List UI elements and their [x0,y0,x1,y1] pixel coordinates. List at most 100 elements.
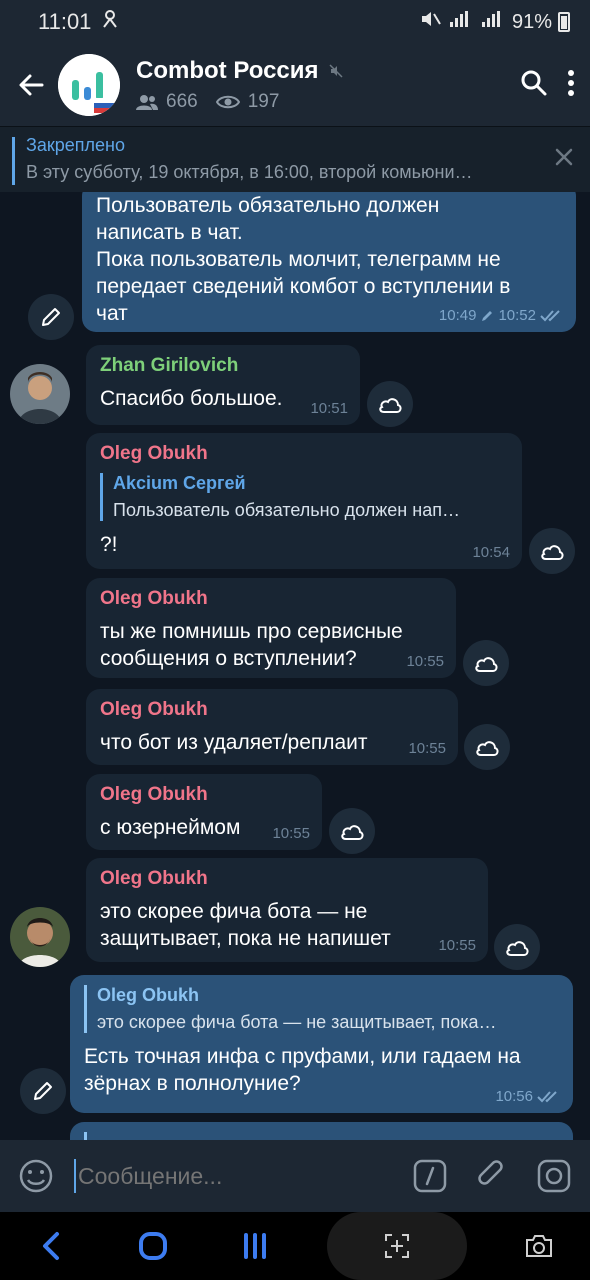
message-bubble[interactable]: Oleg Obukh ты же помнишь про сервисные с… [86,578,456,678]
message-bubble[interactable]: Oleg Obukh это скорее фича бота — не защ… [70,975,573,1113]
status-bar: 11:01 91% [0,0,590,44]
header-info[interactable]: Combot Россия 666 197 [136,57,520,113]
back-button[interactable] [0,54,62,116]
eye-icon [215,95,240,109]
recents-icon [244,1233,266,1259]
scan-button[interactable] [327,1212,467,1280]
chat-subtitle: 666 197 [136,91,520,113]
message-text: Есть точная инфа с пруфами, или гадаем н… [84,1045,521,1095]
cloud-icon [475,657,498,672]
camera-button[interactable] [534,1156,574,1196]
message-bubble[interactable]: Oleg Obukh с юзернеймом 10:55 [86,774,322,850]
group-avatar[interactable] [58,54,120,116]
message-time: 10:51 [310,400,348,417]
message-bubble[interactable]: Пользователь обязательно должен написать… [82,192,576,332]
nav-back-button[interactable] [21,1216,81,1276]
reply-author: Akcium Сергей [113,473,246,493]
sender-name[interactable]: Oleg Obukh [100,588,442,610]
search-icon [521,70,547,95]
double-check-icon [537,1090,557,1102]
more-button[interactable] [566,69,576,102]
message-bubble[interactable]: Oleg Obukh что бот из удаляет/реплаит 10… [86,689,458,765]
message-meta: 10:49 10:52 [439,307,564,324]
muted-icon [329,64,343,78]
reply-quote [84,1132,559,1140]
pinned-close-button[interactable] [554,147,574,172]
search-button[interactable] [520,69,548,102]
arrow-left-icon [19,74,44,96]
message-time: 10:55 [408,740,446,757]
cloud-icon [379,398,402,413]
message-input-bar [0,1140,590,1212]
home-circle-icon [139,1232,167,1260]
smiley-icon [19,1159,53,1193]
message-list[interactable]: Пользователь обязательно должен написать… [0,192,590,1140]
pinned-message-bar[interactable]: Закреплено В эту субботу, 19 октября, в … [0,126,590,192]
message-bubble[interactable]: Oleg Obukh это скорее фича бота — не защ… [86,858,488,962]
message-time: 10:56 [495,1088,533,1105]
screenshot-button[interactable] [509,1216,569,1276]
signal-icon [448,10,474,34]
mute-icon [420,10,442,34]
members-icon [136,95,158,110]
cloud-icon [541,545,564,560]
share-button[interactable] [494,924,540,970]
reply-text: это скорее фича бота — не защитывает, по… [97,1012,497,1032]
battery-percent: 91% [511,10,552,33]
message-input[interactable] [74,1159,388,1193]
share-button[interactable] [367,381,413,427]
message-bubble-partial[interactable] [70,1122,573,1140]
share-button[interactable] [529,528,575,574]
cloud-icon [506,941,529,956]
chat-title-row: Combot Россия [136,57,520,85]
usb-debug-icon [101,9,119,35]
pinned-text: В эту субботу, 19 октября, в 16:00, втор… [26,162,473,182]
message-bubble[interactable]: Zhan Girilovich Спасибо большое. 10:51 [86,345,360,425]
message-time: 10:52 [498,307,536,324]
attach-button[interactable] [472,1156,512,1196]
edit-button[interactable] [28,294,74,340]
share-button[interactable] [329,808,375,854]
cloud-icon [476,741,499,756]
pinned-accent-bar [12,137,15,185]
pencil-icon [34,1082,52,1100]
status-right: 91% [420,10,570,34]
share-button[interactable] [463,640,509,686]
emoji-button[interactable] [16,1156,56,1196]
sender-name[interactable]: Oleg Obukh [100,868,474,890]
slash-icon [413,1159,447,1193]
scan-icon [385,1234,409,1258]
sender-name[interactable]: Zhan Girilovich [100,355,346,377]
share-button[interactable] [464,724,510,770]
message-text: ты же помнишь про сервисные сообщения о … [100,620,403,670]
reply-quote[interactable]: Oleg Obukh это скорее фича бота — не защ… [84,985,559,1033]
reply-text: Пользователь обязательно должен нап… [113,500,460,520]
header-actions [520,69,576,102]
reply-author: Oleg Obukh [97,985,200,1005]
pencil-icon [42,308,60,326]
cloud-icon [341,825,364,840]
reply-quote[interactable]: Akcium Сергей Пользователь обязательно д… [100,473,508,521]
avatar[interactable] [10,907,70,967]
nav-home-button[interactable] [123,1216,183,1276]
message-meta: 10:56 [495,1088,561,1105]
edit-button[interactable] [20,1068,66,1114]
camera-icon [526,1235,552,1257]
bot-commands-button[interactable] [410,1156,450,1196]
close-icon [555,148,573,166]
message-time: 10:55 [272,825,310,842]
battery-icon [558,12,570,32]
avatar[interactable] [10,364,70,424]
sender-name[interactable]: Oleg Obukh [100,443,508,465]
sender-name[interactable]: Oleg Obukh [100,699,444,721]
members-count: 666 [166,91,198,112]
message-text: это скорее фича бота — не защитывает, по… [100,900,391,950]
message-text: что бот из удаляет/реплаит [100,731,368,754]
nav-recents-button[interactable] [225,1216,285,1276]
sender-name[interactable]: Oleg Obukh [100,784,308,806]
edited-pencil-icon [482,310,493,321]
status-time: 11:01 [38,9,92,34]
message-text: Спасибо большое. [100,387,283,410]
message-bubble[interactable]: Oleg Obukh Akcium Сергей Пользователь об… [86,433,522,569]
signal-icon-2 [480,10,506,34]
